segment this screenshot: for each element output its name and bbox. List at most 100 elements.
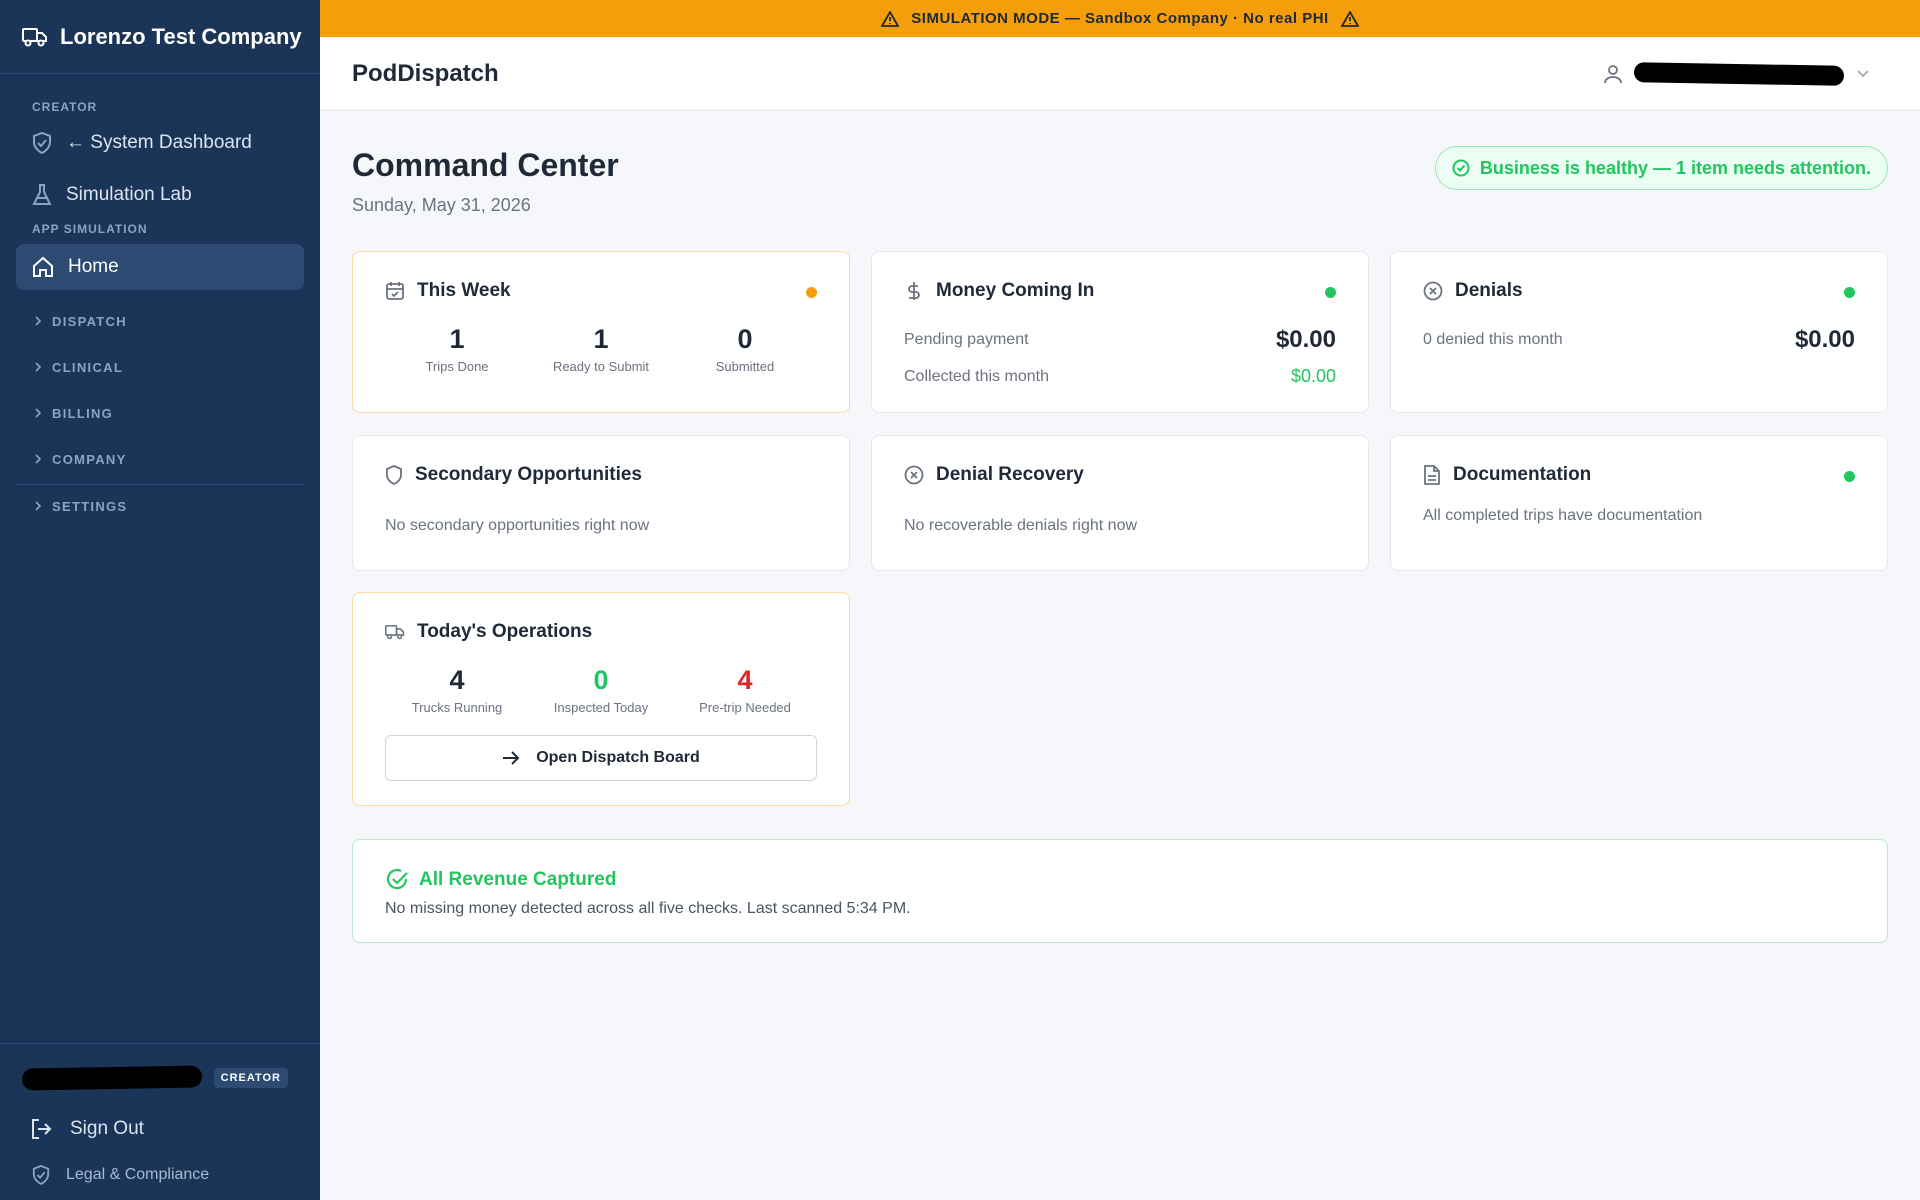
redacted-user-name [21, 1065, 203, 1091]
user-icon [1604, 64, 1622, 84]
status-dot [1325, 287, 1336, 298]
revenue-title: All Revenue Captured [419, 869, 617, 890]
legal-compliance-link[interactable]: Legal & Compliance [0, 1152, 320, 1198]
card-secondary-header: Secondary Opportunities [385, 464, 642, 486]
collected-label: Collected this month [904, 367, 1049, 385]
sidebar: Lorenzo Test Company CREATOR ← System Da… [0, 0, 320, 1200]
chevron-right-icon [34, 407, 42, 419]
chevron-right-icon [34, 500, 42, 512]
card-this-week[interactable]: This Week 1 Trips Done 1 Ready to Submit… [352, 251, 850, 413]
nav-group-billing-label: BILLING [52, 405, 114, 421]
nav-simulation-lab[interactable]: Simulation Lab [0, 172, 320, 218]
nav-group-company[interactable]: COMPANY [0, 436, 320, 482]
legal-compliance-label: Legal & Compliance [66, 1166, 210, 1183]
card-this-week-header: This Week [385, 280, 511, 302]
role-badge: CREATOR [213, 1068, 288, 1088]
open-dispatch-board-label: Open Dispatch Board [536, 749, 700, 766]
card-documentation[interactable]: Documentation All completed trips have d… [1390, 435, 1888, 571]
stat-pre-trip-needed: 4 Pre-trip Needed [673, 665, 817, 715]
stat-submitted: 0 Submitted [673, 324, 817, 374]
card-money-header: Money Coming In [904, 280, 1094, 302]
revenue-header: All Revenue Captured [385, 868, 616, 892]
card-recovery-title: Denial Recovery [936, 464, 1084, 485]
status-dot [1844, 287, 1855, 298]
stat-value: 0 [593, 665, 609, 695]
stat-value: 4 [449, 665, 465, 695]
chevron-right-icon [34, 453, 42, 465]
denials-value: $0.00 [1794, 326, 1855, 353]
ops-stats: 4 Trucks Running 0 Inspected Today 4 Pre… [385, 665, 817, 715]
nav-group-clinical[interactable]: CLINICAL [0, 344, 320, 390]
sign-out-button[interactable]: Sign Out [0, 1106, 320, 1152]
card-denials[interactable]: Denials 0 denied this month $0.00 [1390, 251, 1888, 413]
pending-payment-row: Pending payment $0.00 [904, 326, 1336, 354]
nav-group-dispatch-label: DISPATCH [52, 313, 127, 329]
stat-label: Submitted [715, 359, 775, 374]
company-name: Lorenzo Test Company [60, 23, 302, 49]
truck-icon [385, 623, 405, 641]
status-dot [806, 287, 817, 298]
week-stats: 1 Trips Done 1 Ready to Submit 0 Submitt… [385, 324, 817, 374]
card-secondary-title: Secondary Opportunities [415, 464, 642, 485]
card-secondary-opportunities[interactable]: Secondary Opportunities No secondary opp… [352, 435, 850, 571]
arrow-right-icon [502, 750, 520, 766]
stat-label: Inspected Today [553, 700, 649, 715]
card-recovery-note: No recoverable denials right now [904, 517, 1138, 534]
user-menu[interactable] [1604, 61, 1870, 86]
nav-system-dashboard[interactable]: ← System Dashboard [0, 120, 320, 166]
card-money-coming-in[interactable]: Money Coming In Pending payment $0.00 Co… [871, 251, 1369, 413]
open-dispatch-board-button[interactable]: Open Dispatch Board [385, 735, 817, 781]
dollar-icon [904, 281, 924, 301]
card-denial-recovery[interactable]: Denial Recovery No recoverable denials r… [871, 435, 1369, 571]
nav-system-dashboard-label: ← System Dashboard [66, 132, 252, 153]
page-title: Command Center [352, 147, 619, 183]
brand[interactable]: Lorenzo Test Company [0, 0, 320, 74]
nav-group-company-label: COMPANY [52, 451, 127, 467]
stat-trucks-running: 4 Trucks Running [385, 665, 529, 715]
check-circle-icon [385, 868, 409, 892]
nav-home[interactable]: Home [16, 244, 304, 290]
collected-value: $0.00 [1290, 366, 1336, 386]
card-ops-title: Today's Operations [417, 621, 593, 642]
stat-label: Pre-trip Needed [699, 700, 791, 715]
card-docs-title: Documentation [1453, 464, 1592, 485]
status-dot [1844, 471, 1855, 482]
card-docs-note: All completed trips have documentation [1423, 507, 1703, 524]
chevron-right-icon [34, 361, 42, 373]
card-denials-title: Denials [1455, 280, 1523, 301]
card-todays-operations: Today's Operations 4 Trucks Running 0 In… [352, 592, 850, 806]
health-status-badge[interactable]: Business is healthy — 1 item needs atten… [1434, 146, 1888, 190]
nav-simulation-lab-label: Simulation Lab [66, 184, 192, 205]
nav-group-dispatch[interactable]: DISPATCH [0, 298, 320, 344]
collected-row: Collected this month $0.00 [904, 366, 1336, 387]
nav-home-label: Home [68, 256, 119, 277]
sign-out-label: Sign Out [70, 1118, 144, 1139]
card-denials-header: Denials [1423, 280, 1523, 302]
nav-group-billing[interactable]: BILLING [0, 390, 320, 436]
document-icon [1423, 465, 1441, 485]
stat-value: 4 [737, 665, 753, 695]
revenue-note: No missing money detected across all fiv… [385, 900, 911, 917]
warning-icon [1340, 10, 1359, 27]
sidebar-user: CREATOR [0, 1050, 320, 1106]
stat-value: 1 [593, 324, 609, 354]
sidebar-divider [16, 484, 304, 485]
card-this-week-title: This Week [417, 280, 511, 301]
stat-label: Trips Done [425, 359, 489, 374]
main-content: Command Center Sunday, May 31, 2026 Busi… [352, 111, 1888, 943]
check-circle-icon [1452, 159, 1470, 177]
shield-check-icon [32, 1165, 50, 1185]
stat-ready-to-submit: 1 Ready to Submit [529, 324, 673, 374]
card-docs-header: Documentation [1423, 464, 1591, 486]
nav-group-settings[interactable]: SETTINGS [0, 487, 320, 525]
truck-icon [22, 26, 48, 48]
top-header: PodDispatch [320, 37, 1920, 111]
sign-out-icon [30, 1118, 52, 1140]
nav-group-settings-label: SETTINGS [52, 498, 128, 514]
app-name: PodDispatch [352, 59, 499, 87]
card-money-title: Money Coming In [936, 280, 1095, 301]
home-icon [32, 256, 54, 278]
redacted-user-name [1633, 61, 1845, 86]
page-header: Command Center Sunday, May 31, 2026 Busi… [352, 111, 1888, 251]
card-secondary-note: No secondary opportunities right now [385, 517, 650, 534]
